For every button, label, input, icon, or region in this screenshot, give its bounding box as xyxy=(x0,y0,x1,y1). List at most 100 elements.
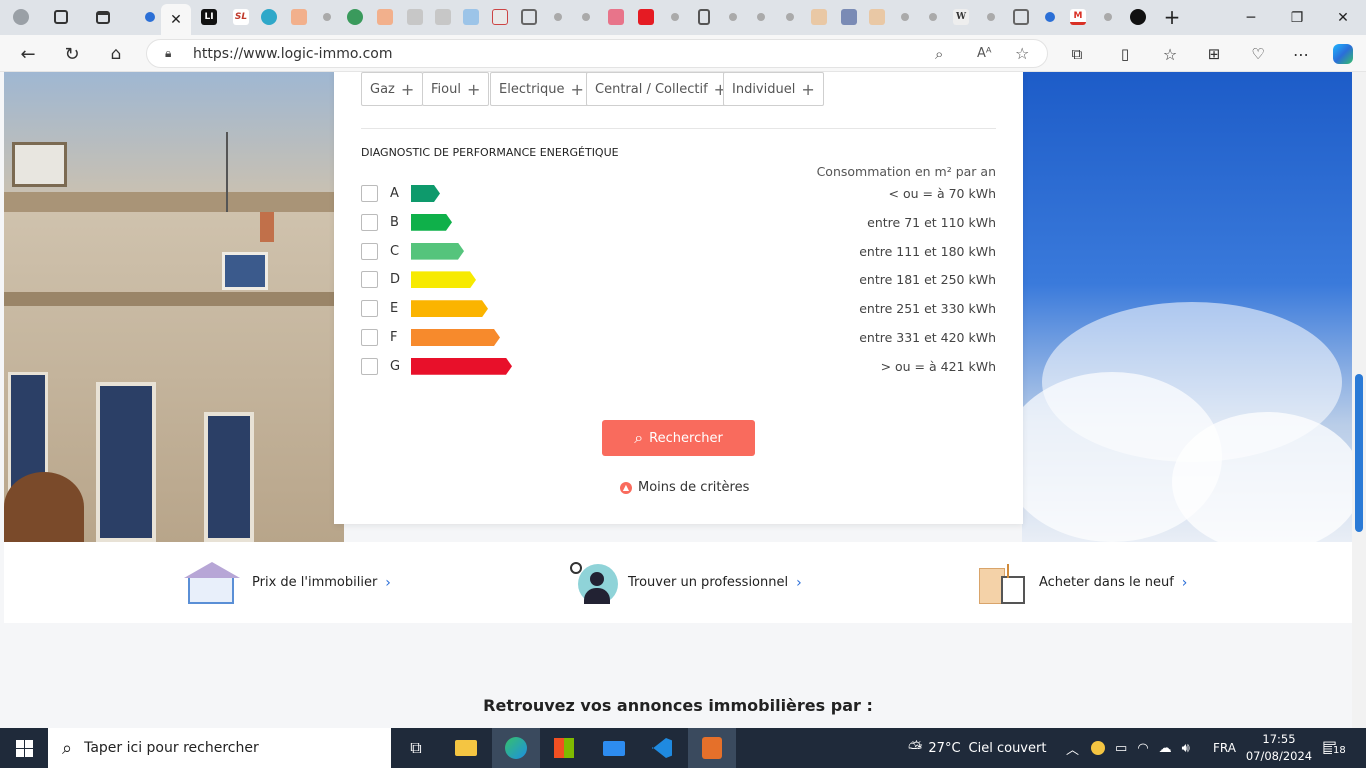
tab-fav-4[interactable] xyxy=(430,4,456,30)
sky-photo xyxy=(1002,72,1352,542)
workspaces-icon[interactable] xyxy=(48,4,74,30)
tab-pma-2[interactable] xyxy=(864,4,890,30)
home-button[interactable]: ⌂ xyxy=(101,39,131,69)
chip-individuel[interactable]: Individuel + xyxy=(723,72,824,106)
professional-link[interactable]: Trouver un professionnel › xyxy=(568,542,802,623)
task-view-button[interactable]: ⧉ xyxy=(392,728,440,768)
status-badge-icon[interactable] xyxy=(1091,741,1106,755)
wifi-icon[interactable]: ◠ xyxy=(1137,741,1148,756)
tab-search-4[interactable] xyxy=(573,4,599,30)
tab-search-12[interactable] xyxy=(1037,4,1063,30)
tab-gmail[interactable]: M xyxy=(1065,4,1091,30)
close-tab-icon[interactable]: ✕ xyxy=(170,12,182,28)
tab-search-5[interactable] xyxy=(662,4,688,30)
address-bar[interactable]: 🔒︎ https://www.logic-immo.com ⌕ Aᴬ ☆ xyxy=(146,39,1048,68)
language-indicator[interactable]: FRA xyxy=(1213,728,1236,768)
tab-pma-1[interactable] xyxy=(806,4,832,30)
page-scrollbar[interactable] xyxy=(1352,72,1366,728)
battery-icon[interactable]: ▭ xyxy=(1115,741,1127,756)
tab-actions-icon[interactable] xyxy=(90,4,116,30)
mail-app[interactable] xyxy=(590,728,638,768)
extensions-button[interactable]: ⧉ xyxy=(1062,39,1092,69)
edge-app[interactable] xyxy=(492,728,540,768)
weather-widget[interactable]: ⛅︎ 27°C Ciel couvert xyxy=(908,728,1046,768)
tab-php[interactable] xyxy=(836,4,862,30)
tab-edge[interactable] xyxy=(256,4,282,30)
tab-search-3[interactable] xyxy=(545,4,571,30)
tab-youtube-1[interactable] xyxy=(603,4,629,30)
dpe-checkbox[interactable] xyxy=(361,271,378,289)
tab-search-9[interactable] xyxy=(892,4,918,30)
chip-electrique[interactable]: Electrique + xyxy=(490,72,593,106)
speaker-icon[interactable]: 🔊︎ xyxy=(1182,741,1190,756)
tab-pdf[interactable] xyxy=(487,4,513,30)
file-explorer-app[interactable] xyxy=(442,728,490,768)
tab-search-2[interactable] xyxy=(314,4,340,30)
restore-button[interactable]: ❐ xyxy=(1274,0,1320,35)
tab-github[interactable] xyxy=(1125,4,1151,30)
read-aloud-icon[interactable]: Aᴬ xyxy=(977,46,992,61)
tab-search-10[interactable] xyxy=(920,4,946,30)
chip-fioul[interactable]: Fioul + xyxy=(422,72,490,106)
search-button[interactable]: ⌕ Rechercher xyxy=(602,420,755,456)
start-button[interactable] xyxy=(0,728,48,768)
new-build-link[interactable]: Acheter dans le neuf › xyxy=(977,542,1187,623)
less-criteria-link[interactable]: ▲ Moins de critères xyxy=(620,480,749,495)
split-screen-button[interactable]: ▯ xyxy=(1110,39,1140,69)
tab-search-11[interactable] xyxy=(978,4,1004,30)
tab-search-1[interactable] xyxy=(137,4,163,30)
pinned-app[interactable] xyxy=(688,728,736,768)
settings-menu-button[interactable]: ⋯ xyxy=(1286,39,1316,69)
tab-fav-5[interactable] xyxy=(458,4,484,30)
copilot-button[interactable] xyxy=(1328,39,1358,69)
tab-fav-7[interactable] xyxy=(1008,4,1034,30)
dpe-class-bar xyxy=(411,329,500,346)
store-app[interactable] xyxy=(540,728,588,768)
favorite-star-icon[interactable]: ☆ xyxy=(1015,44,1029,63)
notification-count: 18 xyxy=(1332,745,1347,756)
vscode-app[interactable] xyxy=(638,728,686,768)
dpe-checkbox[interactable] xyxy=(361,329,378,346)
cloud-icon[interactable]: ☁︎ xyxy=(1159,741,1172,756)
profile-avatar[interactable] xyxy=(8,4,34,30)
chip-central-collectif[interactable]: Central / Collectif + xyxy=(586,72,737,106)
dpe-checkbox[interactable] xyxy=(361,242,378,260)
tab-fav-2[interactable] xyxy=(372,4,398,30)
taskbar-search-box[interactable]: ⌕ Taper ici pour rechercher xyxy=(48,728,391,768)
price-link[interactable]: Prix de l'immobilier › xyxy=(180,542,391,623)
tab-doc[interactable] xyxy=(691,4,717,30)
tab-search-6[interactable] xyxy=(720,4,746,30)
tab-search-8[interactable] xyxy=(777,4,803,30)
tab-fav-6[interactable] xyxy=(516,4,542,30)
clock[interactable]: 17:55 07/08/2024 xyxy=(1245,731,1313,765)
notifications-button[interactable]: ▤ 18 xyxy=(1322,737,1347,759)
dpe-checkbox[interactable] xyxy=(361,357,378,375)
chevron-up-icon[interactable]: ︿ xyxy=(1066,739,1079,758)
browser-essentials-button[interactable]: ♡ xyxy=(1243,39,1273,69)
tab-sl[interactable]: SL xyxy=(228,4,254,30)
lock-icon[interactable]: 🔒︎ xyxy=(165,46,171,61)
back-button[interactable]: ← xyxy=(13,39,43,69)
scrollbar-thumb[interactable] xyxy=(1355,374,1363,532)
tab-fav-1[interactable] xyxy=(286,4,312,30)
tab-fav-3[interactable] xyxy=(402,4,428,30)
minimize-button[interactable]: ─ xyxy=(1228,0,1274,35)
dpe-checkbox[interactable] xyxy=(361,185,378,202)
tab-youtube-2[interactable] xyxy=(633,4,659,30)
tab-search-7[interactable] xyxy=(748,4,774,30)
tab-active[interactable]: ✕ xyxy=(161,4,191,35)
url-text[interactable]: https://www.logic-immo.com xyxy=(193,46,393,62)
tab-logic-immo[interactable]: LI xyxy=(196,4,222,30)
new-tab-button[interactable]: + xyxy=(1159,4,1185,30)
tab-wikipedia[interactable]: W xyxy=(948,4,974,30)
collections-button[interactable]: ⊞ xyxy=(1199,39,1229,69)
chip-gaz[interactable]: Gaz + xyxy=(361,72,424,106)
zoom-icon[interactable]: ⌕ xyxy=(935,45,943,63)
tab-search-13[interactable] xyxy=(1095,4,1121,30)
dpe-checkbox[interactable] xyxy=(361,213,378,231)
refresh-button[interactable]: ↻ xyxy=(57,39,87,69)
dpe-checkbox[interactable] xyxy=(361,300,378,318)
tab-globe[interactable] xyxy=(342,4,368,30)
close-window-button[interactable]: ✕ xyxy=(1320,0,1366,35)
favorites-button[interactable]: ☆ xyxy=(1155,39,1185,69)
